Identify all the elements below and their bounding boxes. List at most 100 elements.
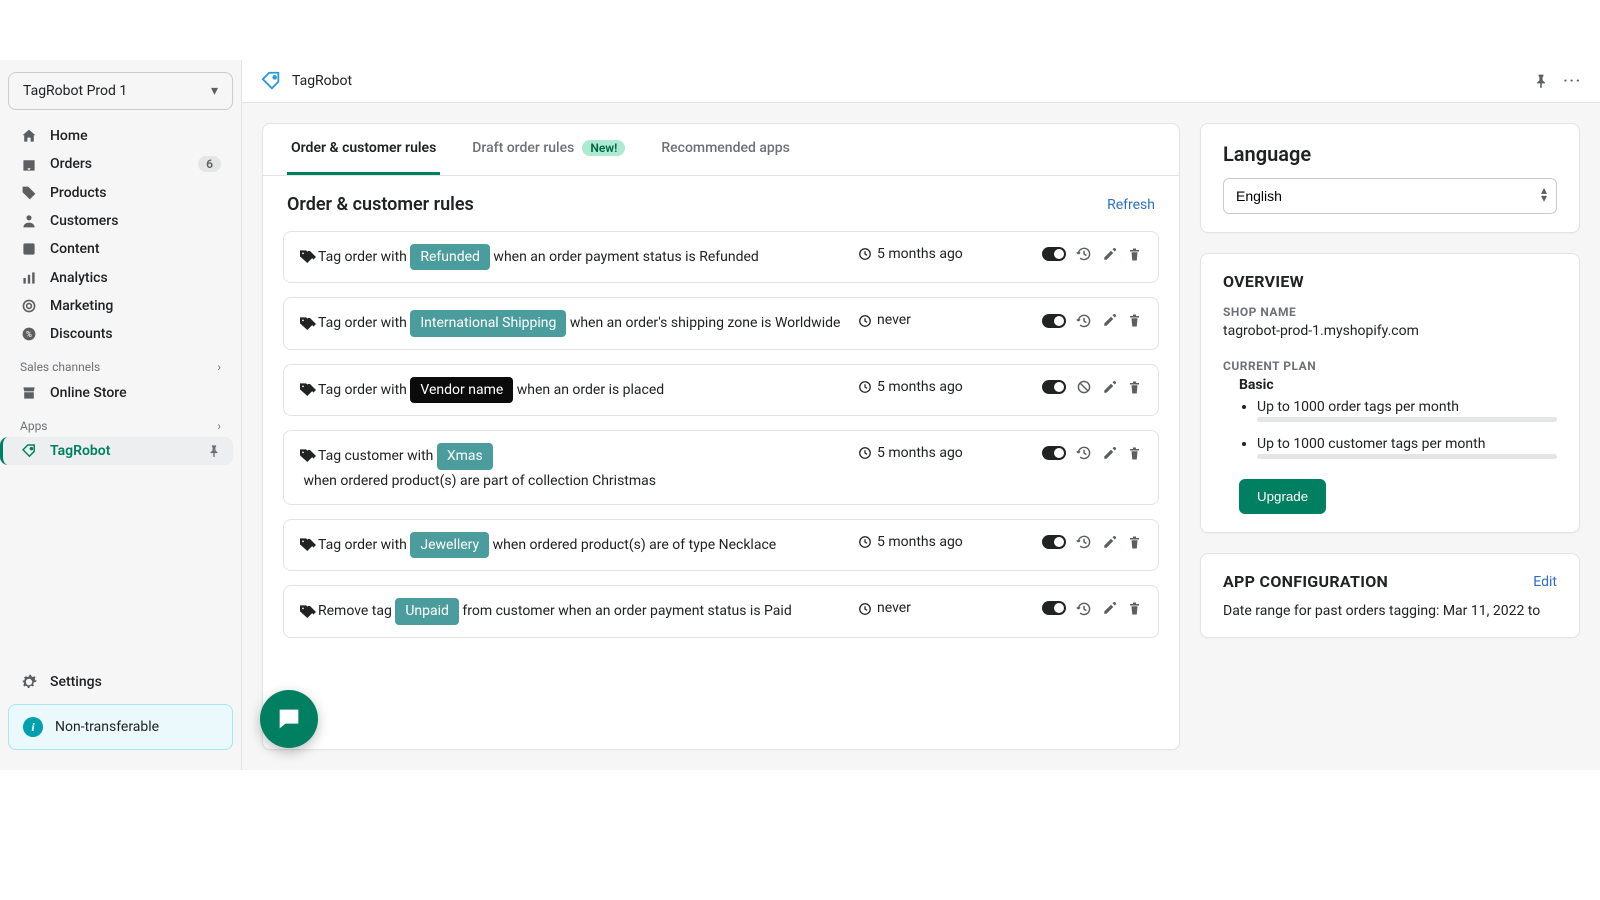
rule-row[interactable]: Remove tag Unpaid from customer when an … — [283, 585, 1159, 637]
nav-section-sales-channels[interactable]: Sales channels › — [8, 348, 233, 378]
rule-row[interactable]: Tag order with International Shipping wh… — [283, 297, 1159, 349]
tab-order-customer-rules[interactable]: Order & customer rules — [287, 124, 440, 175]
nav-settings[interactable]: Settings — [8, 668, 233, 696]
nav-analytics[interactable]: Analytics — [8, 263, 233, 291]
rule-post: when ordered product(s) are of type Neck… — [489, 534, 776, 556]
delete-icon[interactable] — [1127, 313, 1142, 329]
rules-title: Order & customer rules — [287, 194, 474, 215]
refresh-link[interactable]: Refresh — [1107, 197, 1155, 213]
app-config-card: APP CONFIGURATION Edit Date range for pa… — [1200, 553, 1580, 638]
tags-icon — [300, 534, 316, 556]
rule-time-text: never — [877, 312, 911, 328]
nav-label: Settings — [50, 674, 102, 690]
chevron-right-icon: › — [217, 360, 221, 374]
rule-pre: Remove tag — [318, 600, 395, 622]
nav-home[interactable]: Home — [8, 122, 233, 150]
rule-row[interactable]: Tag customer with Xmas when ordered prod… — [283, 430, 1159, 505]
nav-marketing[interactable]: Marketing — [8, 292, 233, 320]
history-icon[interactable] — [1076, 600, 1092, 616]
nav-online-store[interactable]: Online Store — [8, 378, 233, 406]
rule-toggle[interactable] — [1042, 247, 1066, 261]
edit-icon[interactable] — [1102, 313, 1117, 329]
main: TagRobot ··· Order & customer rules Draf… — [242, 60, 1600, 770]
rule-toggle[interactable] — [1042, 601, 1066, 615]
nav-content[interactable]: Content — [8, 235, 233, 263]
nav-label: Analytics — [50, 270, 108, 286]
edit-icon[interactable] — [1102, 445, 1117, 461]
plan-name: Basic — [1239, 377, 1557, 393]
rule-description: Tag order with Vendor name when an order… — [300, 377, 844, 403]
content: Order & customer rules Draft order rules… — [242, 103, 1600, 770]
tab-label: Order & customer rules — [291, 140, 436, 156]
chat-fab[interactable] — [260, 690, 318, 748]
tab-draft-order-rules[interactable]: Draft order rules New! — [468, 124, 629, 175]
tags-icon — [300, 312, 316, 334]
rule-pre: Tag order with — [318, 246, 410, 268]
rule-time-text: 5 months ago — [877, 445, 963, 461]
pin-icon[interactable] — [207, 443, 221, 458]
tab-recommended-apps[interactable]: Recommended apps — [657, 124, 794, 175]
clock-icon — [858, 246, 872, 262]
nav-tagrobot[interactable]: TagRobot — [0, 437, 233, 465]
app-title: TagRobot — [292, 73, 352, 89]
rule-timestamp: 5 months ago — [858, 377, 1028, 395]
primary-nav: Home Orders 6 Products Customers Content — [8, 122, 233, 465]
rule-time-text: 5 months ago — [877, 379, 963, 395]
tags-icon — [300, 379, 316, 401]
rule-tag: Unpaid — [395, 598, 459, 624]
rule-description: Tag customer with Xmas when ordered prod… — [300, 443, 844, 492]
rule-toggle[interactable] — [1042, 446, 1066, 460]
delete-icon[interactable] — [1127, 379, 1142, 395]
caret-down-icon: ▾ — [211, 83, 218, 99]
edit-icon[interactable] — [1102, 534, 1117, 550]
tags-icon — [300, 445, 316, 467]
history-icon[interactable] — [1076, 246, 1092, 262]
history-icon[interactable] — [1076, 534, 1092, 550]
info-text: Non-transferable — [55, 719, 159, 735]
usage-bar-orders — [1257, 417, 1557, 422]
shop-name-value: tagrobot-prod-1.myshopify.com — [1223, 323, 1557, 339]
store-selector[interactable]: TagRobot Prod 1 ▾ — [8, 72, 233, 110]
history-icon[interactable] — [1076, 445, 1092, 461]
history-icon[interactable] — [1076, 312, 1092, 328]
rule-toggle[interactable] — [1042, 314, 1066, 328]
rule-description: Tag order with International Shipping wh… — [300, 310, 844, 336]
edit-icon[interactable] — [1102, 246, 1117, 262]
plan-label: CURRENT PLAN — [1223, 359, 1557, 373]
nav-discounts[interactable]: % Discounts — [8, 320, 233, 348]
tag-icon — [20, 185, 38, 201]
content-icon — [20, 241, 38, 257]
nav-customers[interactable]: Customers — [8, 207, 233, 235]
nav-section-label: Apps — [20, 419, 48, 433]
delete-icon[interactable] — [1127, 600, 1142, 616]
chevron-right-icon: › — [217, 419, 221, 433]
block-icon[interactable] — [1076, 379, 1092, 395]
edit-link[interactable]: Edit — [1533, 574, 1557, 590]
rule-pre: Tag order with — [318, 379, 410, 401]
pin-icon[interactable] — [1533, 73, 1549, 89]
nav-label: Home — [50, 128, 88, 144]
rule-post: when an order is placed — [513, 379, 664, 401]
language-select[interactable]: English — [1223, 178, 1557, 214]
delete-icon[interactable] — [1127, 445, 1142, 461]
shop-name-label: SHOP NAME — [1223, 305, 1557, 319]
edit-icon[interactable] — [1102, 600, 1117, 616]
rule-row[interactable]: Tag order with Refunded when an order pa… — [283, 231, 1159, 283]
sidebar: TagRobot Prod 1 ▾ Home Orders 6 Products… — [0, 60, 242, 770]
delete-icon[interactable] — [1127, 246, 1142, 262]
delete-icon[interactable] — [1127, 534, 1142, 550]
tags-icon — [300, 600, 316, 622]
rule-row[interactable]: Tag order with Jewellery when ordered pr… — [283, 519, 1159, 571]
rule-row[interactable]: Tag order with Vendor name when an order… — [283, 364, 1159, 416]
nav-products[interactable]: Products — [8, 179, 233, 207]
clock-icon — [858, 379, 872, 395]
edit-icon[interactable] — [1102, 379, 1117, 395]
upgrade-button[interactable]: Upgrade — [1239, 479, 1326, 514]
rule-toggle[interactable] — [1042, 380, 1066, 394]
more-icon[interactable]: ··· — [1563, 73, 1582, 89]
nav-section-apps[interactable]: Apps › — [8, 407, 233, 437]
rule-list: Tag order with Refunded when an order pa… — [263, 225, 1179, 658]
rule-toggle[interactable] — [1042, 535, 1066, 549]
home-icon — [20, 128, 38, 144]
nav-orders[interactable]: Orders 6 — [8, 150, 233, 178]
